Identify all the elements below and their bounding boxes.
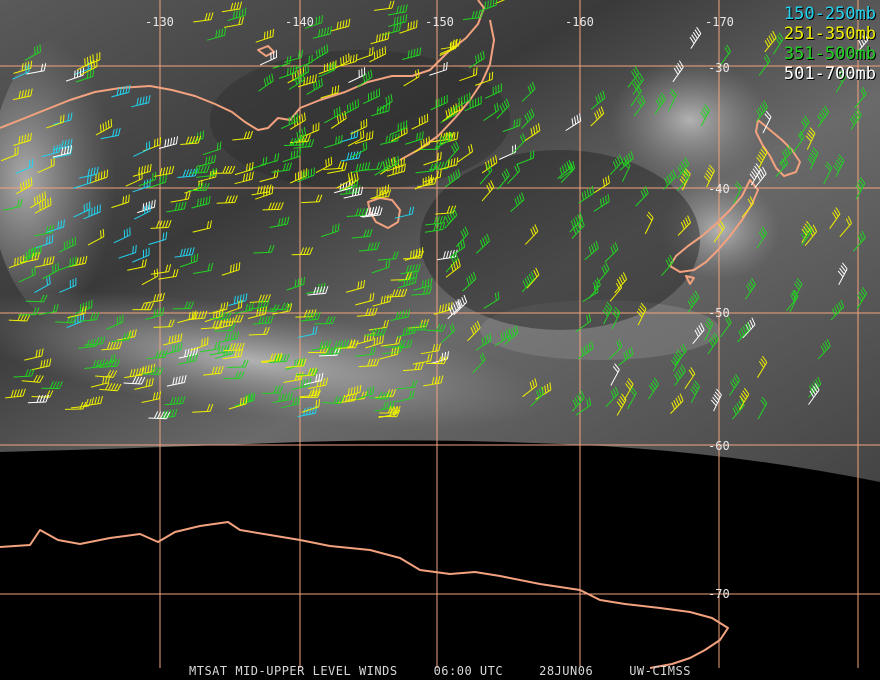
lon-label: -130: [145, 15, 174, 29]
cloud-band: [610, 60, 770, 180]
wind-map: -130 -140 -150 -160 -170 -30 -40 -50 -60…: [0, 0, 880, 669]
legend-item-351-500: 351-500mb: [783, 44, 876, 64]
lon-label: -170: [705, 15, 734, 29]
source-credit: UW-CIMSS: [629, 664, 691, 678]
lon-label: -160: [565, 15, 594, 29]
pressure-legend: 150-250mb 251-350mb 351-500mb 501-700mb: [784, 4, 876, 84]
lat-label: -30: [708, 61, 730, 75]
lon-label: -140: [285, 15, 314, 29]
lat-label: -40: [708, 182, 730, 196]
lon-label: -150: [425, 15, 454, 29]
legend-item-150-250: 150-250mb: [783, 4, 876, 24]
legend-item-501-700: 501-700mb: [783, 64, 876, 84]
time-stamp: 06:00 UTC: [433, 664, 504, 678]
product-title: MTSAT MID-UPPER LEVEL WINDS: [189, 664, 398, 678]
lat-label: -50: [708, 306, 730, 320]
lat-label: -70: [708, 587, 730, 601]
legend-item-251-350: 251-350mb: [783, 24, 876, 44]
antarctica-coastline: [0, 521, 729, 669]
lat-label: -60: [708, 439, 730, 453]
date-stamp: 28JUN06: [539, 664, 594, 678]
caption-bar: MTSAT MID-UPPER LEVEL WINDS 06:00 UTC 28…: [0, 664, 880, 678]
